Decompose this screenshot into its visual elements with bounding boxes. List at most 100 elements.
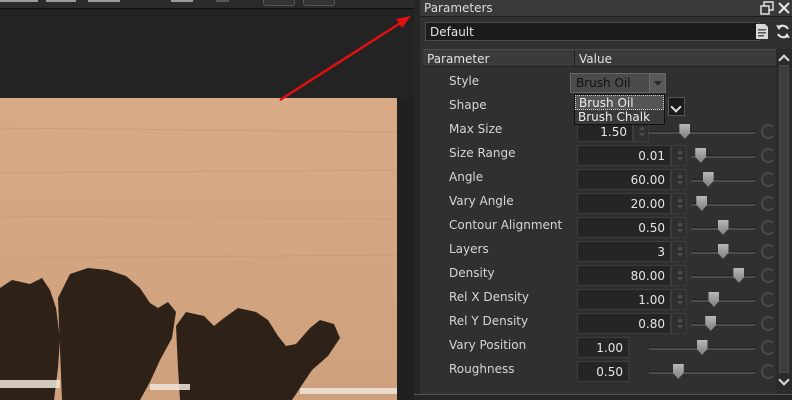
column-header-value[interactable]: Value [579,52,612,66]
slider-thumb[interactable] [733,268,745,283]
refresh-icon[interactable] [775,23,791,40]
parameter-row: Size Range 0.01 [423,142,779,166]
value-spinner[interactable] [671,313,687,334]
parameter-value-field[interactable]: 0.80 [577,313,671,334]
preset-menu-icon[interactable] [755,23,769,40]
style-option-brush-oil[interactable]: Brush Oil [575,95,664,110]
parameter-value-field[interactable]: 0.50 [577,217,671,238]
slider-track[interactable] [649,131,755,134]
value-spinner[interactable] [671,289,687,310]
parameter-label: Angle [449,170,484,184]
style-selected-value: Brush Oil [576,76,631,90]
shape-dropdown-button[interactable] [668,97,685,116]
parameter-label: Max Size [449,122,503,136]
panel-bottom-edge [414,394,792,400]
toolbar-button[interactable] [303,0,335,6]
parameter-label: Vary Position [449,338,527,352]
parameter-value-field[interactable]: 0.50 [577,361,629,382]
style-select[interactable]: Brush Oil [570,73,666,93]
reset-icon[interactable] [761,196,776,211]
reset-icon[interactable] [761,268,776,283]
reset-icon[interactable] [761,244,776,259]
slider-thumb[interactable] [679,124,691,139]
toolbar-tab[interactable] [46,0,76,2]
toolbar-tab[interactable] [171,0,193,2]
value-spinner[interactable] [671,241,687,262]
parameter-value-field[interactable]: 1.00 [577,337,629,358]
slider-thumb[interactable] [696,196,708,211]
slider-thumb[interactable] [695,148,707,163]
parameters-panel: Parameters Default Parameter Value Style… [414,0,792,400]
column-divider[interactable] [574,50,575,67]
slider-thumb[interactable] [717,244,729,259]
close-icon[interactable] [777,1,791,15]
toolbar-tab[interactable] [216,0,229,2]
reset-icon[interactable] [761,316,776,331]
value-spinner[interactable] [671,169,687,190]
value-spinner[interactable] [671,193,687,214]
preset-row: Default [420,18,792,46]
parameter-value-field[interactable]: 60.00 [577,169,671,190]
slider-thumb[interactable] [717,220,729,235]
style-option-brush-chalk[interactable]: Brush Chalk [575,110,664,125]
reset-icon[interactable] [761,220,776,235]
panel-titlebar: Parameters [420,0,792,17]
float-window-icon[interactable] [760,1,774,15]
style-dropdown-menu: Brush Oil Brush Chalk [574,94,665,125]
parameter-label: Vary Angle [449,194,514,208]
parameter-value-field[interactable]: 1.00 [577,289,671,310]
scrollbar-thumb[interactable] [779,65,789,373]
parameter-value-field[interactable]: 0.01 [577,145,671,166]
parameter-row: Density 80.00 [423,262,779,286]
slider-track[interactable] [649,371,755,374]
toolbar-tab[interactable] [88,0,120,2]
parameter-row: Layers 3 [423,238,779,262]
reset-icon[interactable] [761,340,776,355]
parameter-value-field[interactable]: 20.00 [577,193,671,214]
parameter-value-field[interactable]: 3 [577,241,671,262]
preset-field[interactable]: Default [425,22,760,41]
parameter-label: Style [449,74,480,88]
parameter-row: Angle 60.00 [423,166,779,190]
canvas-background [0,10,414,98]
slider-thumb[interactable] [702,172,714,187]
reset-icon[interactable] [761,364,776,379]
painting-image [0,98,397,400]
parameter-value-field[interactable]: 80.00 [577,265,671,286]
slider-track[interactable] [691,275,755,278]
value-spinner[interactable] [671,265,687,286]
slider-thumb[interactable] [705,316,717,331]
scroll-up-icon[interactable] [776,50,792,64]
parameter-label: Layers [449,242,489,256]
slider-track[interactable] [691,179,755,182]
slider-thumb[interactable] [672,364,684,379]
reset-icon[interactable] [761,124,776,139]
parameter-row: Vary Position 1.00 [423,334,779,358]
slider-thumb[interactable] [708,292,720,307]
panel-title: Parameters [424,1,493,15]
parameter-label: Roughness [449,362,515,376]
parameter-row: Contour Alignment 0.50 [423,214,779,238]
column-header-parameter[interactable]: Parameter [427,52,489,66]
value-spinner[interactable] [671,145,687,166]
reset-icon[interactable] [761,292,776,307]
parameter-row: Rel Y Density 0.80 [423,310,779,334]
value-spinner[interactable] [671,217,687,238]
reset-icon[interactable] [761,172,776,187]
parameter-label: Density [449,266,495,280]
parameter-label: Shape [449,98,487,112]
table-header: Parameter Value [423,49,779,67]
slider-thumb[interactable] [696,340,708,355]
dropdown-arrow-icon[interactable] [649,74,665,92]
slider-track[interactable] [691,323,755,326]
parameter-row: Roughness 0.50 [423,358,779,382]
parameter-label: Rel Y Density [449,314,529,328]
slider-track[interactable] [691,299,755,302]
scroll-down-icon[interactable] [776,375,792,389]
parameter-label: Size Range [449,146,516,160]
painting-canvas[interactable] [0,98,397,400]
toolbar-button[interactable] [263,0,295,6]
toolbar-tab[interactable] [0,0,38,2]
reset-icon[interactable] [761,148,776,163]
panel-scrollbar[interactable] [776,49,792,393]
